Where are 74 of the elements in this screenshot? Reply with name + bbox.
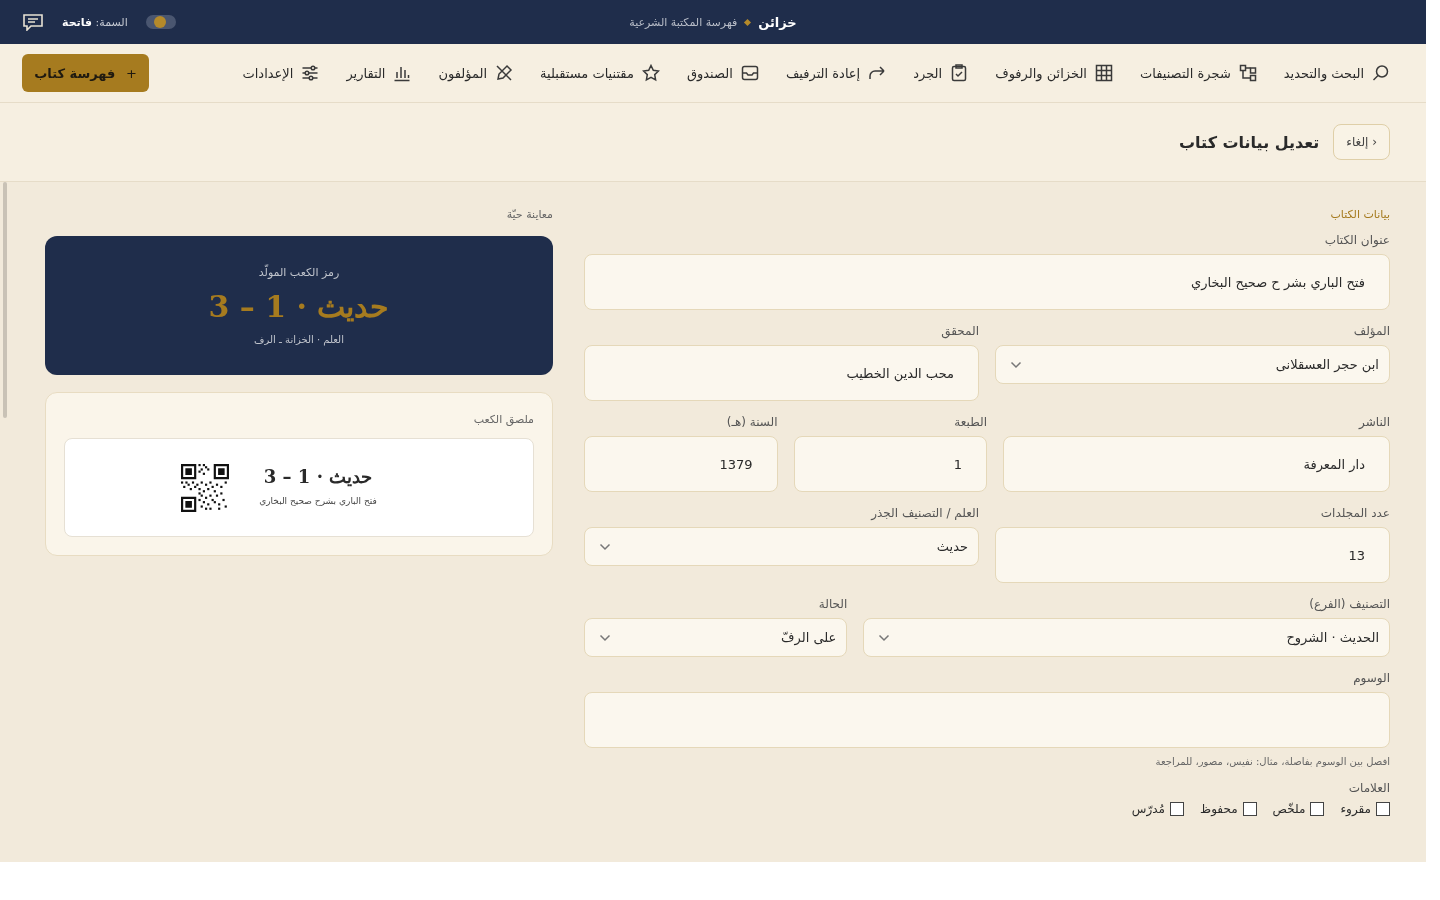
section-title: بيانات الكتاب [1329, 208, 1390, 221]
page-title: تعديل بيانات كتاب [1179, 132, 1320, 152]
checkbox[interactable] [1376, 802, 1390, 816]
field-label: المؤلف [1352, 324, 1390, 338]
app-brand: خزائن [758, 14, 797, 30]
input-field[interactable] [584, 692, 1390, 748]
nav-item[interactable]: التقارير [346, 64, 412, 82]
input-field[interactable]: دار المعرفة [1003, 436, 1390, 492]
select-field[interactable]: على الرفّ [584, 618, 848, 657]
app-subtitle: فهرسة المكتبة الشرعية [629, 15, 738, 29]
message-icon[interactable] [22, 13, 44, 31]
nav-item[interactable]: الخزائن والرفوف [995, 64, 1113, 82]
scrollbar[interactable] [3, 182, 7, 418]
field-hint: افصل بين الوسوم بفاصلة، مثال: نفيس، مصور، للمراجعة [1154, 756, 1390, 767]
qr-code-icon [181, 463, 229, 512]
field-label: السنة (هـ) [725, 415, 778, 429]
cancel-button[interactable]: ‹ إلغاء [1333, 124, 1390, 160]
chevron-icon [599, 633, 611, 642]
search-icon [1372, 64, 1390, 82]
nav-item[interactable]: المؤلفون [438, 64, 514, 82]
clip-icon [950, 64, 969, 82]
checkbox-label: مقروء [1340, 802, 1371, 816]
checkbox[interactable] [1310, 802, 1325, 816]
checkbox-label: محفوظ [1200, 802, 1238, 816]
pen-icon [495, 64, 514, 82]
chevron-icon [599, 542, 611, 551]
input-field[interactable]: فتح الباري بشر ح صحيح البخاري [584, 254, 1390, 310]
field-label: الحالة [817, 597, 848, 611]
spine-code: حديث · 1 – 3 [262, 466, 374, 488]
chevron-icon [878, 633, 891, 642]
card-title: ملصق الكعب [472, 413, 534, 426]
select-field[interactable]: الحديث · الشروح [863, 618, 1390, 657]
theme-label: السمة: فاتحة [62, 15, 128, 29]
field-label: الطبعة [953, 415, 987, 429]
checkbox[interactable] [1242, 802, 1257, 816]
inbox-icon [740, 64, 759, 82]
theme-toggle[interactable] [145, 15, 176, 29]
catalog-book-button[interactable]: + فهرسة كتاب [22, 54, 149, 92]
nav-item[interactable]: الإعدادات [242, 64, 320, 82]
nav-item[interactable]: مقتنيات مستقبلية [540, 64, 660, 82]
nav-item[interactable]: شجرة التصنيفات [1140, 64, 1257, 82]
select-field[interactable]: ابن حجر العسقلانى [995, 345, 1390, 384]
preview-label: معاينة حيّة [505, 208, 553, 221]
field-label: المحقق [940, 324, 979, 338]
star-icon [641, 64, 660, 82]
spine-code: حديث · 1 – 3 [208, 289, 390, 324]
input-field[interactable]: محب الدين الخطيب [584, 345, 979, 401]
checkbox-label: ملخّص [1272, 802, 1306, 816]
checkbox-label: مُدرّس [1131, 802, 1166, 816]
tree-icon [1238, 64, 1257, 82]
nav-item[interactable]: الصندوق [686, 64, 759, 82]
field-label: عنوان الكتاب [1323, 233, 1390, 247]
input-field[interactable]: 1 [793, 436, 987, 492]
field-label: العلم / التصنيف الجذر [869, 506, 979, 520]
select-field[interactable]: حديث [584, 527, 979, 566]
field-label: الناشر [1357, 415, 1390, 429]
grid-icon [1095, 64, 1113, 82]
field-label: العلامات [1347, 781, 1390, 795]
chart-icon [393, 64, 412, 82]
redo-icon [868, 64, 887, 82]
input-field[interactable]: 13 [995, 527, 1390, 583]
nav-item[interactable]: البحث والتحديد [1283, 64, 1390, 82]
checkbox[interactable] [1170, 802, 1185, 816]
input-field[interactable]: 1379 [584, 436, 778, 492]
card-caption: رمز الكعب المولّد [258, 266, 340, 279]
code-path: العلم · الخزانة ـ الرف [254, 334, 344, 345]
field-label: الوسوم [1352, 671, 1390, 685]
nav-item[interactable]: إعادة الترفيف [785, 64, 887, 82]
book-title: فتح الباري بشرح صحيح البخاري [258, 495, 378, 509]
chevron-icon [1010, 360, 1022, 369]
nav-item[interactable]: الجرد [913, 64, 969, 82]
field-label: عدد المجلدات [1319, 506, 1390, 520]
sliders-icon [301, 64, 320, 82]
field-label: التصنيف (الفرع) [1308, 597, 1390, 611]
